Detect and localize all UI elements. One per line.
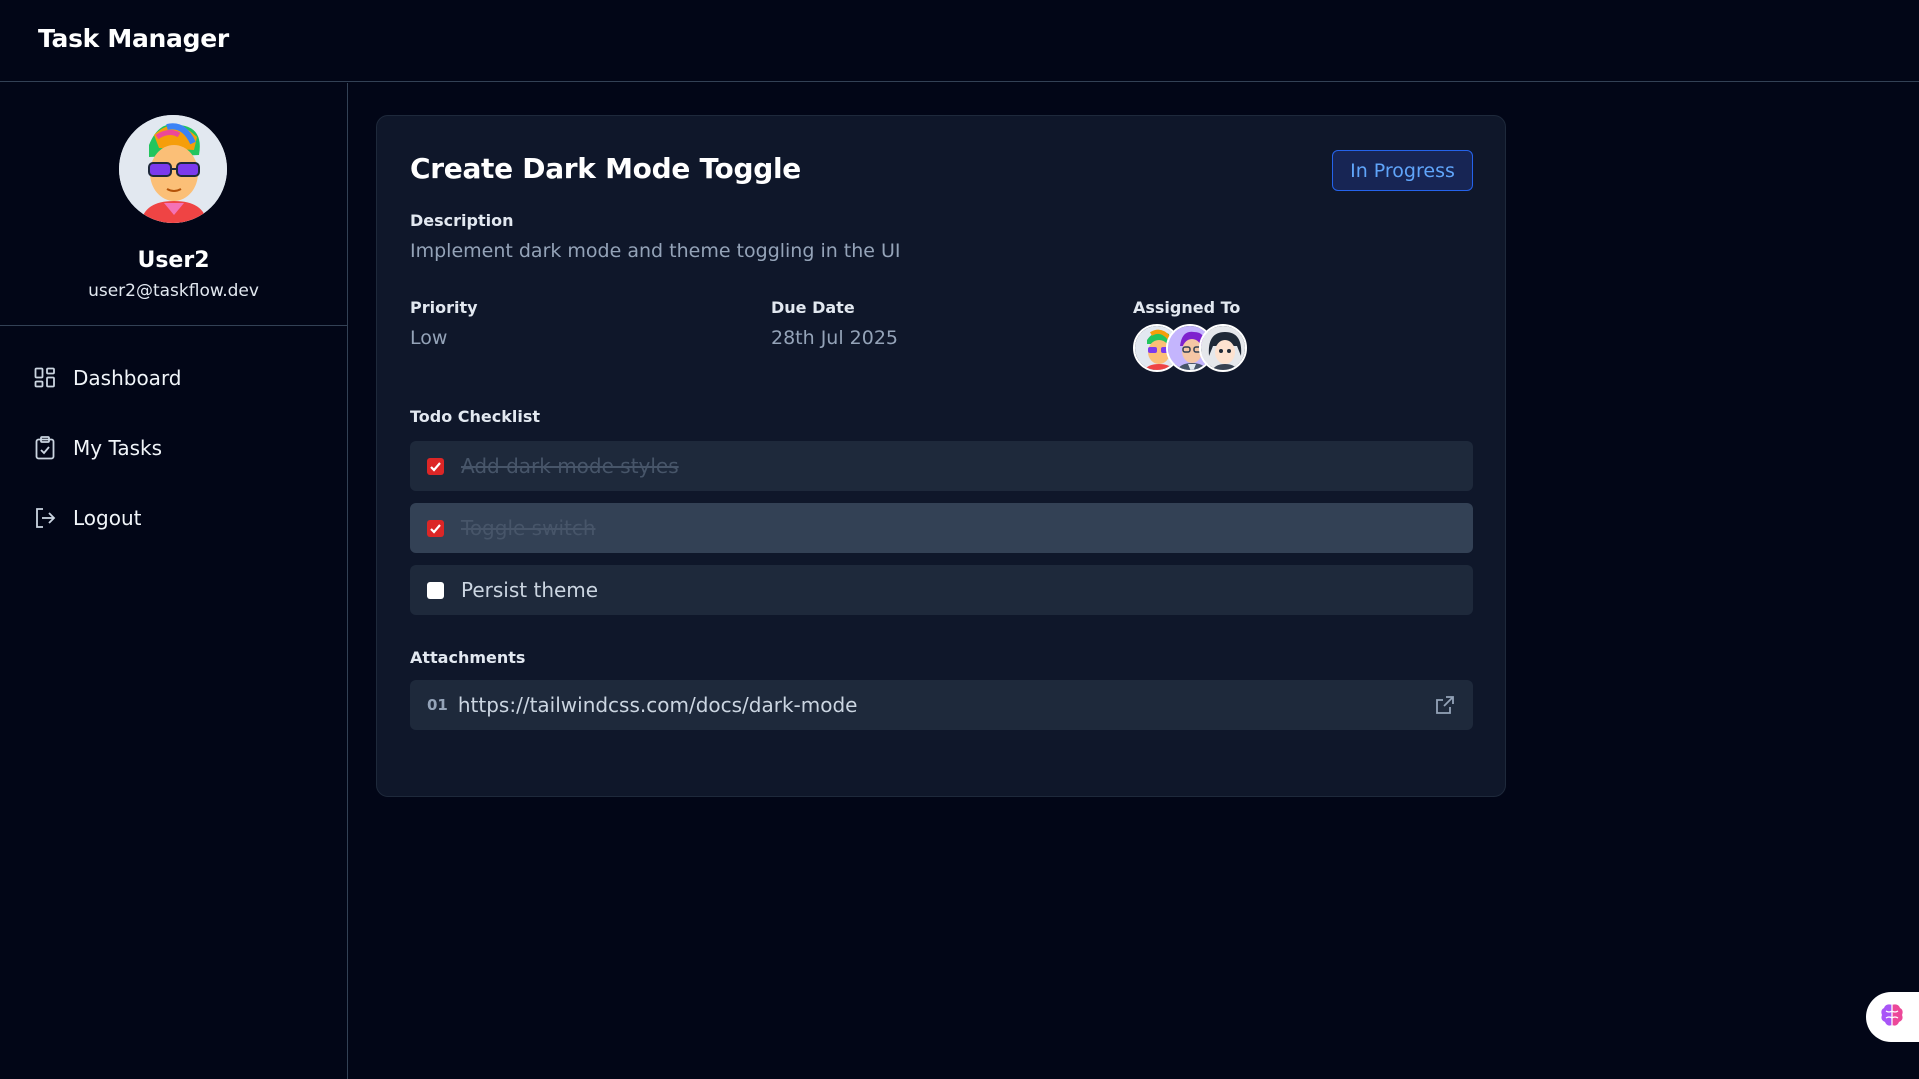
todo-checklist-label: Todo Checklist	[410, 407, 541, 426]
due-date-label: Due Date	[771, 298, 855, 317]
checklist-item-text: Persist theme	[461, 578, 599, 602]
assigned-to-label: Assigned To	[1133, 298, 1241, 317]
clipboard-check-icon	[33, 436, 57, 460]
user-name: User2	[137, 248, 210, 273]
nav-my-tasks-label: My Tasks	[73, 436, 163, 460]
status-badge: In Progress	[1332, 150, 1473, 191]
description-label: Description	[410, 211, 514, 230]
nav-logout-label: Logout	[73, 506, 142, 530]
user-avatar	[119, 115, 227, 223]
task-title: Create Dark Mode Toggle	[410, 152, 801, 185]
sidebar: User2 user2@taskflow.dev Dashboard My Ta…	[0, 83, 348, 1079]
user-profile: User2 user2@taskflow.dev	[0, 83, 347, 326]
due-date-value: 28th Jul 2025	[771, 327, 899, 349]
priority-value: Low	[410, 327, 448, 349]
checklist-item-text: Add dark mode styles	[461, 454, 679, 478]
task-detail-card: Create Dark Mode Toggle In Progress Desc…	[376, 115, 1506, 797]
attachment-number: 01	[427, 696, 448, 714]
dashboard-grid-icon	[33, 366, 57, 390]
attachments-label: Attachments	[410, 648, 526, 667]
nav-my-tasks[interactable]: My Tasks	[33, 428, 323, 468]
top-bar: Task Manager	[0, 0, 1919, 82]
checkbox-checked[interactable]	[427, 519, 444, 537]
ai-assistant-button[interactable]	[1866, 992, 1919, 1042]
assignee-avatar	[1199, 324, 1247, 372]
checkbox-checked[interactable]	[427, 457, 444, 475]
checklist-item-text: Toggle switch	[461, 516, 596, 540]
nav-dashboard-label: Dashboard	[73, 366, 182, 390]
checklist-item[interactable]: Toggle switch	[410, 503, 1473, 553]
checklist-item[interactable]: Persist theme	[410, 565, 1473, 615]
attachment-link[interactable]: https://tailwindcss.com/docs/dark-mode	[458, 693, 1434, 717]
logout-icon	[33, 506, 57, 530]
nav-dashboard[interactable]: Dashboard	[33, 358, 323, 398]
description-text: Implement dark mode and theme toggling i…	[410, 240, 901, 262]
attachment-item[interactable]: 01 https://tailwindcss.com/docs/dark-mod…	[410, 680, 1473, 730]
nav-logout[interactable]: Logout	[33, 498, 323, 538]
app-title: Task Manager	[38, 24, 229, 53]
checkbox-unchecked[interactable]	[427, 581, 444, 599]
external-link-icon[interactable]	[1434, 694, 1456, 716]
assignee-avatars	[1133, 324, 1263, 374]
checklist-item[interactable]: Add dark mode styles	[410, 441, 1473, 491]
priority-label: Priority	[410, 298, 478, 317]
brain-icon	[1878, 1001, 1906, 1033]
user-email: user2@taskflow.dev	[88, 281, 259, 301]
